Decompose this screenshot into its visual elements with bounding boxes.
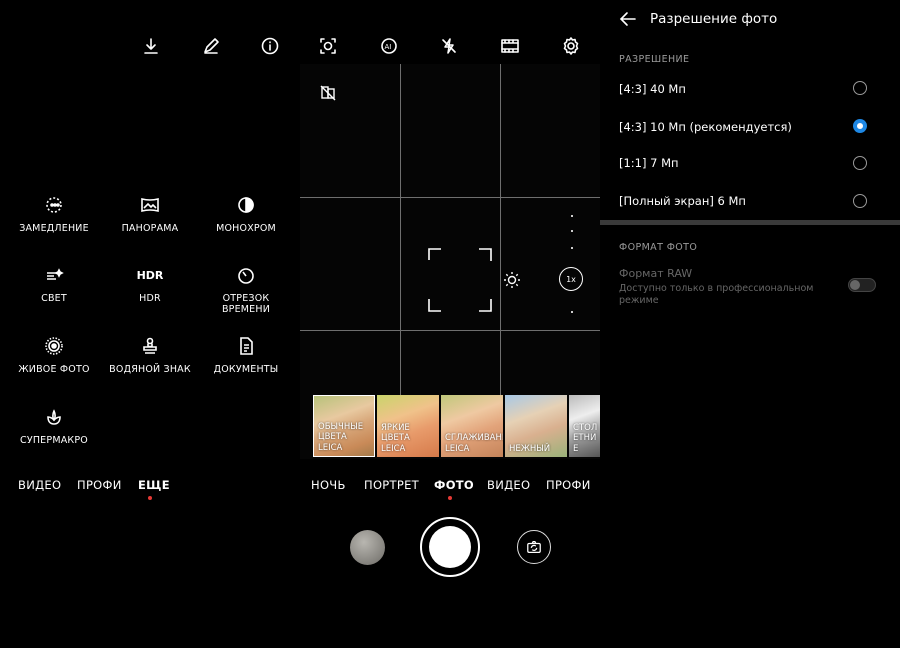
mode-label: ЗАМЕДЛЕНИЕ [19, 223, 89, 234]
radio-button-selected[interactable] [853, 119, 867, 133]
gallery-thumbnail[interactable] [350, 530, 385, 565]
mode-tab-night[interactable]: НОЧЬ [311, 478, 346, 492]
filter-label: НЕЖНЫЙ [509, 443, 551, 454]
light-painting-icon [47, 268, 64, 280]
switch-camera-icon [527, 541, 541, 553]
mode-label: СУПЕРМАКРО [20, 435, 88, 446]
filter-thumbnail[interactable]: НЕЖНЫЙ [505, 395, 567, 457]
pencil-icon[interactable] [199, 34, 223, 58]
mode-tab-pro[interactable]: ПРОФИ [77, 478, 122, 492]
mode-watermark[interactable]: ВОДЯНОЙ ЗНАК [105, 334, 195, 375]
mode-slow-motion[interactable]: ЗАМЕДЛЕНИЕ [9, 193, 99, 234]
mode-label: ОТРЕЗОК ВРЕМЕНИ [221, 293, 271, 315]
mode-label: МОНОХРОМ [216, 223, 276, 234]
slow-motion-icon [46, 197, 62, 213]
resolution-option[interactable]: [1:1] 7 Мп [600, 148, 900, 184]
mode-tab-photo[interactable]: ФОТО [434, 478, 474, 492]
section-divider [600, 220, 900, 225]
monochrome-icon [238, 197, 254, 213]
mode-light[interactable]: СВЕТ [9, 263, 99, 304]
brightness-icon[interactable] [503, 271, 521, 289]
resolution-option[interactable]: [Полный экран] 6 Мп [600, 186, 900, 222]
svg-text:AI: AI [385, 43, 392, 51]
resolution-option[interactable]: [4:3] 40 Мп [600, 72, 900, 108]
option-label: [4:3] 10 Мп (рекомендуется) [619, 120, 792, 134]
download-icon[interactable] [139, 34, 163, 58]
option-label: [4:3] 40 Мп [619, 82, 686, 96]
live-photo-off-icon[interactable] [319, 84, 337, 102]
filter-thumbnail[interactable]: СТОЛЕТНИЕ [569, 395, 600, 457]
mode-tab-video[interactable]: ВИДЕО [487, 478, 530, 492]
mode-label: ДОКУМЕНТЫ [213, 364, 279, 375]
zoom-slider[interactable] [570, 215, 574, 315]
zoom-button[interactable]: 1x [559, 267, 583, 291]
radio-button[interactable] [853, 156, 867, 170]
filter-label: СГЛАЖИВАНИЕ LEICA [445, 433, 503, 454]
face-capture-icon[interactable] [316, 34, 340, 58]
gear-icon[interactable] [559, 34, 583, 58]
panorama-icon [141, 197, 159, 213]
watermark-icon [143, 337, 157, 354]
mode-hdr[interactable]: HDR HDR [105, 263, 195, 305]
switch-camera-button[interactable] [517, 530, 551, 564]
shutter-button[interactable] [420, 517, 480, 577]
radio-button[interactable] [853, 81, 867, 95]
section-resolution: РАЗРЕШЕНИЕ [619, 54, 690, 65]
mode-label: HDR [139, 293, 161, 304]
mode-super-macro[interactable]: СУПЕРМАКРО [9, 405, 99, 446]
panel-title: Разрешение фото [650, 11, 778, 27]
mode-live-photo[interactable]: ЖИВОЕ ФОТО [9, 334, 99, 375]
filter-label: ОБЫЧНЫЕ ЦВЕТА LEICA [318, 421, 364, 453]
hdr-icon: HDR [136, 268, 164, 282]
ai-icon[interactable]: AI [377, 34, 401, 58]
raw-toggle[interactable] [848, 278, 876, 292]
mode-timelapse[interactable]: ОТРЕЗОК ВРЕМЕНИ [201, 263, 291, 315]
radio-button[interactable] [853, 194, 867, 208]
active-mode-indicator [448, 496, 452, 500]
option-label: [1:1] 7 Мп [619, 156, 679, 170]
raw-format-row[interactable]: Формат RAW Доступно только в профессиона… [600, 262, 900, 312]
raw-title: Формат RAW [619, 267, 693, 280]
option-label: [Полный экран] 6 Мп [619, 194, 746, 208]
mode-label: ВОДЯНОЙ ЗНАК [109, 364, 191, 375]
raw-subtitle: Доступно только в профессиональном режим… [619, 283, 814, 306]
mode-monochrome[interactable]: МОНОХРОМ [201, 193, 291, 234]
filter-label: СТОЛЕТНИЕ [573, 422, 598, 454]
info-icon[interactable] [258, 34, 282, 58]
mode-tab-pro[interactable]: ПРОФИ [546, 478, 591, 492]
photo-resolution-panel: Разрешение фото РАЗРЕШЕНИЕ [4:3] 40 Мп [… [600, 0, 900, 648]
filter-label: ЯРКИЕ ЦВЕТА LEICA [381, 422, 410, 454]
mode-label: ПАНОРАМА [121, 223, 179, 234]
focus-frame [428, 248, 492, 312]
mode-documents[interactable]: ДОКУМЕНТЫ [201, 334, 291, 375]
section-photo-format: ФОРМАТ ФОТО [619, 242, 698, 253]
filter-thumbnail[interactable]: СГЛАЖИВАНИЕ LEICA [441, 395, 503, 457]
flash-off-icon[interactable] [437, 34, 461, 58]
zoom-label: 1x [566, 274, 576, 284]
mode-panorama[interactable]: ПАНОРАМА [105, 193, 195, 234]
mode-label: ЖИВОЕ ФОТО [18, 364, 90, 375]
resolution-option[interactable]: [4:3] 10 Мп (рекомендуется) [600, 110, 900, 146]
filter-thumbnail[interactable]: ОБЫЧНЫЕ ЦВЕТА LEICA [313, 395, 375, 457]
timelapse-icon [238, 268, 254, 284]
filter-thumbnail[interactable]: ЯРКИЕ ЦВЕТА LEICA [377, 395, 439, 457]
film-icon[interactable] [498, 34, 522, 58]
mode-tab-portrait[interactable]: ПОРТРЕТ [364, 478, 419, 492]
document-icon [240, 337, 253, 355]
super-macro-icon [47, 409, 61, 425]
mode-tab-more[interactable]: ЕЩЕ [138, 478, 170, 492]
mode-tab-video[interactable]: ВИДЕО [18, 478, 61, 492]
active-mode-indicator [148, 496, 152, 500]
live-photo-icon [45, 337, 63, 355]
back-arrow-icon[interactable] [619, 10, 637, 28]
mode-label: СВЕТ [41, 293, 67, 304]
